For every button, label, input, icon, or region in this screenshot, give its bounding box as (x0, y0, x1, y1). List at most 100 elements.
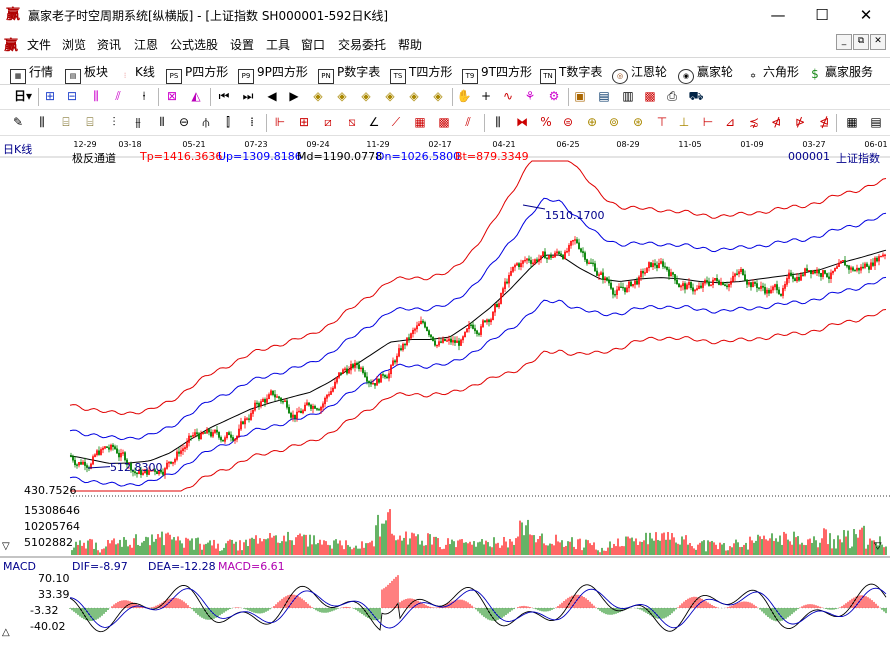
diamond-1-icon[interactable]: ◈ (310, 89, 326, 104)
menu-formula-select[interactable]: 公式选股 (170, 36, 218, 53)
parallel-lines-icon[interactable]: ⫼ (490, 115, 506, 130)
layout-icon[interactable]: ▦ (844, 115, 860, 130)
diverge-icon[interactable]: ⋪ (768, 115, 784, 130)
gann-grid-2-icon[interactable]: ⌸ (82, 115, 98, 130)
menu-tools[interactable]: 工具 (266, 36, 290, 53)
converge-icon[interactable]: ⋫ (792, 115, 808, 130)
wave-icon[interactable]: ∿ (500, 89, 516, 104)
ruler-icon[interactable]: ⊩ (272, 115, 288, 130)
calendar-icon[interactable]: ▣ (572, 89, 588, 104)
menu-settings[interactable]: 设置 (230, 36, 254, 53)
circle-icon[interactable]: ⊖ (176, 115, 192, 130)
save-icon[interactable]: ▩ (642, 89, 658, 104)
percent-icon[interactable]: % (538, 115, 554, 130)
menu-browse[interactable]: 浏览 (62, 36, 86, 53)
nav-p-number-table[interactable]: PN P数字表 (318, 63, 380, 84)
cross-icon[interactable]: ⊠ (164, 89, 180, 104)
menu-file[interactable]: 文件 (27, 36, 51, 53)
diamond-5-icon[interactable]: ◈ (406, 89, 422, 104)
collapse-arrow-icon[interactable]: △ (2, 627, 10, 638)
nav-hexagon[interactable]: ✡ 六角形 (746, 63, 799, 83)
speed-lines-icon[interactable]: ⊕ (584, 115, 600, 130)
dots-icon[interactable]: ⁞ (244, 115, 260, 130)
mdi-restore-button[interactable]: ⧉ (853, 34, 869, 50)
bar-chart-icon[interactable]: ⫼ (88, 89, 104, 104)
document-icon[interactable]: ▥ (620, 89, 636, 104)
nav-gann-wheel[interactable]: ◎ 江恩轮 (612, 63, 667, 84)
nav-9p-square[interactable]: P9 9P四方形 (238, 63, 308, 84)
nav-t-square[interactable]: TS T四方形 (390, 63, 452, 84)
nav-winner-wheel[interactable]: ◉ 赢家轮 (678, 63, 733, 84)
nav-kline[interactable]: ⫶ K线 (118, 63, 155, 83)
gann-fan-icon[interactable]: ⧅ (344, 115, 360, 130)
fork-icon[interactable]: ⫛ (198, 115, 214, 130)
menu-help[interactable]: 帮助 (398, 36, 422, 53)
angle-fan-icon[interactable]: ⊿ (722, 115, 738, 130)
square-grid-icon[interactable]: ▦ (412, 115, 428, 130)
collapse-arrow-icon[interactable]: ▽ (874, 541, 882, 552)
ellipse-icon[interactable]: ⊛ (630, 115, 646, 130)
collapse-arrow-icon[interactable]: ▽ (2, 541, 10, 552)
candlestick-icon[interactable]: ⍿ (136, 89, 152, 104)
crosshair-icon[interactable]: + (478, 89, 494, 104)
box-grid-icon[interactable]: ▩ (436, 115, 452, 130)
close-button[interactable]: ✕ (852, 4, 880, 26)
trend-lines-icon[interactable]: ⧓ (514, 115, 530, 130)
diamond-6-icon[interactable]: ◈ (430, 89, 446, 104)
zoom-in-icon[interactable]: ⊞ (42, 89, 58, 104)
nav-t-number-table[interactable]: TN T数字表 (540, 63, 602, 84)
last-page-icon[interactable]: ⏭ (240, 89, 256, 104)
pencil-icon[interactable]: ✎ (10, 115, 26, 130)
menu-gann[interactable]: 江恩 (134, 36, 158, 53)
price-levels-icon[interactable]: ⊥ (676, 115, 692, 130)
menu-logo-icon[interactable]: 赢 (4, 35, 18, 55)
levels-icon[interactable]: ⊤ (654, 115, 670, 130)
vertical-lines-icon[interactable]: ⫼ (34, 115, 50, 130)
cycle-lines-icon[interactable]: ⫶ (106, 115, 122, 130)
step-left-icon[interactable]: ◀ (264, 89, 280, 104)
menu-info[interactable]: 资讯 (97, 36, 121, 53)
projection-icon[interactable]: ⋬ (816, 115, 832, 130)
period-select[interactable]: 日▾ (10, 89, 36, 104)
first-page-icon[interactable]: ⏮ (216, 89, 232, 104)
gann-box-icon[interactable]: ⧄ (320, 115, 336, 130)
channel-icon[interactable]: ⫽ (460, 115, 476, 130)
fib-days-icon[interactable]: ⫴ (154, 115, 170, 130)
menu-trade[interactable]: 交易委托 (338, 36, 386, 53)
line-chart-icon[interactable]: ⫽ (110, 89, 126, 104)
step-right-icon[interactable]: ▶ (286, 89, 302, 104)
nav-quotes[interactable]: ▦ 行情 (10, 63, 53, 84)
diamond-3-icon[interactable]: ◈ (358, 89, 374, 104)
nav-9t-square[interactable]: T9 9T四方形 (462, 63, 532, 84)
calculator-icon[interactable]: ▤ (596, 89, 612, 104)
maximize-button[interactable]: ☐ (808, 4, 836, 26)
retracement-icon[interactable]: ⊜ (560, 115, 576, 130)
minimize-button[interactable]: — (764, 4, 792, 26)
arc-icon[interactable]: ⊚ (606, 115, 622, 130)
mdi-close-button[interactable]: ✕ (870, 34, 886, 50)
angle-icon[interactable]: ∠ (366, 115, 382, 130)
flag-icon[interactable]: ◭ (188, 89, 204, 104)
truck-icon[interactable]: ⛟ (688, 89, 704, 104)
nav-blocks[interactable]: ▤ 板块 (65, 63, 108, 84)
fan-lines-icon[interactable]: ⟋ (388, 115, 404, 130)
mdi-minimize-button[interactable]: _ (836, 34, 852, 50)
nav-winner-service[interactable]: $ 赢家服务 (808, 63, 873, 81)
table-icon[interactable]: ▤ (868, 115, 884, 130)
wedge-icon[interactable]: ⋨ (746, 115, 762, 130)
menu-window[interactable]: 窗口 (301, 36, 325, 53)
fan-icon[interactable]: ⚙ (546, 89, 562, 104)
nav-p-square[interactable]: PS P四方形 (166, 63, 228, 84)
fib-time-icon[interactable]: ⫵ (130, 115, 146, 130)
print-icon[interactable]: ⎙ (664, 89, 680, 104)
diamond-4-icon[interactable]: ◈ (382, 89, 398, 104)
hand-icon[interactable]: ✋ (456, 89, 472, 104)
diamond-2-icon[interactable]: ◈ (334, 89, 350, 104)
kline-chart[interactable]: 12-29 03-18 05-21 07-23 09-24 11-29 02-17 04-21… (0, 139, 890, 646)
gann-grid-1-icon[interactable]: ⌸ (58, 115, 74, 130)
time-zones-icon[interactable]: ⊢ (700, 115, 716, 130)
period-lines-icon[interactable]: ⫿ (220, 115, 236, 130)
pattern-icon[interactable]: ⚘ (522, 89, 538, 104)
zoom-out-icon[interactable]: ⊟ (64, 89, 80, 104)
grid-box-icon[interactable]: ⊞ (296, 115, 312, 130)
